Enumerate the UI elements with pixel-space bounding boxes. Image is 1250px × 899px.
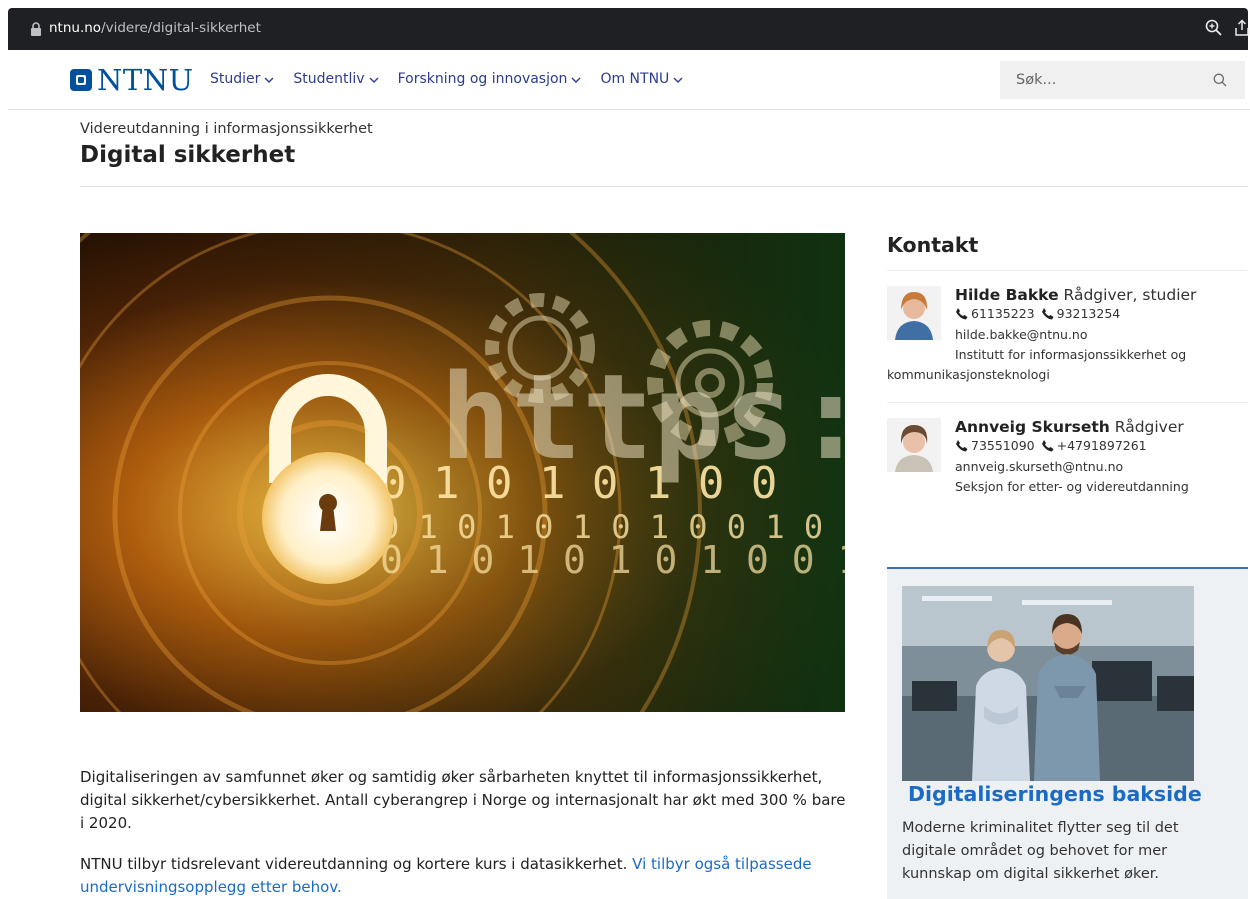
nav-item-label: Studentliv (293, 71, 365, 87)
browser-address-bar: ntnu.no/videre/digital-sikkerhet (0, 0, 1250, 50)
chevron-down-icon (673, 77, 683, 83)
phone-icon (1041, 440, 1054, 452)
contact-email[interactable]: annveig.skurseth@ntnu.no (955, 459, 1123, 474)
url-text[interactable]: ntnu.no/videre/digital-sikkerhet (49, 20, 261, 36)
zoom-icon[interactable] (1204, 18, 1224, 38)
avatar (887, 286, 941, 340)
kontakt-divider (887, 270, 1247, 271)
share-icon[interactable] (1234, 19, 1250, 37)
binary-row: 0 1 0 1 0 1 0 0 (380, 458, 777, 509)
nav-item-label: Studier (210, 71, 261, 87)
search-icon[interactable] (1213, 73, 1227, 87)
contact-department: Seksjon for etter- og videreutdanning (955, 479, 1189, 494)
contact-phones: 61135223 93213254 (955, 306, 1126, 321)
contact-department: kommunikasjonsteknologi (887, 367, 1050, 382)
nav-item-studier[interactable]: Studier (210, 71, 274, 87)
header-divider (80, 186, 1248, 187)
nav-item-label: Forskning og innovasjon (397, 71, 568, 87)
promo-image (902, 586, 1194, 781)
hero-image: https:// 0 1 0 1 0 1 0 0 0 1 0 1 0 1 0 1… (80, 233, 845, 712)
ntnu-logo[interactable]: NTNU (70, 65, 194, 95)
contact-name-line: Annveig Skurseth Rådgiver (955, 418, 1184, 436)
hero-illustration: https:// 0 1 0 1 0 1 0 0 0 1 0 1 0 1 0 1… (80, 233, 845, 712)
contact-card: Hilde Bakke Rådgiver, studier 61135223 9… (887, 286, 1247, 396)
site-header: NTNU Studier Studentliv Forskning og inn… (0, 50, 1250, 110)
contact-role: Rådgiver, studier (1063, 286, 1197, 304)
contact-card: Annveig Skurseth Rådgiver 73551090 +4791… (887, 418, 1247, 508)
contact-divider (887, 402, 1247, 403)
search-box (1000, 61, 1245, 99)
promo-title[interactable]: Digitaliseringens bakside (908, 782, 1202, 806)
contact-name[interactable]: Hilde Bakke (955, 286, 1059, 304)
nav-item-om-ntnu[interactable]: Om NTNU (600, 71, 683, 87)
contact-email[interactable]: hilde.bakke@ntnu.no (955, 327, 1088, 342)
nav-item-studentliv[interactable]: Studentliv (293, 71, 379, 87)
chevron-down-icon (369, 77, 379, 83)
page-kicker: Videreutdanning i informasjonssikkerhet (80, 121, 373, 137)
phone-number[interactable]: 73551090 (971, 438, 1035, 453)
contact-name-line: Hilde Bakke Rådgiver, studier (955, 286, 1196, 304)
binary-row: 0 1 0 1 0 1 0 1 0 0 1 0 (380, 538, 845, 582)
contact-role: Rådgiver (1114, 418, 1184, 436)
contact-department: Institutt for informasjonssikkerhet og (955, 347, 1187, 362)
page-title: Digital sikkerhet (80, 142, 296, 168)
promo-card[interactable]: Digitaliseringens bakside Moderne krimin… (887, 567, 1248, 899)
offer-paragraph: NTNU tilbyr tidsrelevant videreutdanning… (80, 853, 850, 899)
phone-icon (1041, 308, 1054, 320)
intro-paragraph: Digitaliseringen av samfunnet øker og sa… (80, 768, 846, 832)
main-nav: Studier Studentliv Forskning og innovasj… (210, 71, 683, 87)
phone-icon (956, 440, 968, 452)
chevron-down-icon (571, 77, 581, 83)
phone-number[interactable]: 93213254 (1057, 306, 1121, 321)
phone-icon (956, 308, 968, 320)
search-input[interactable] (1000, 61, 1200, 99)
window-edge (0, 0, 8, 899)
promo-text: Moderne kriminalitet flytter seg til det… (902, 820, 1179, 882)
kontakt-heading: Kontakt (887, 233, 979, 257)
offer-text: NTNU tilbyr tidsrelevant videreutdanning… (80, 855, 628, 873)
phone-number[interactable]: 61135223 (971, 306, 1035, 321)
chevron-down-icon (264, 77, 274, 83)
address-field[interactable]: ntnu.no/videre/digital-sikkerhet (8, 8, 1250, 50)
phone-number[interactable]: +4791897261 (1057, 438, 1147, 453)
avatar (887, 418, 941, 472)
logo-mark-icon (70, 69, 92, 91)
lock-icon (31, 22, 41, 36)
logo-text: NTNU (97, 63, 194, 97)
contact-phones: 73551090 +4791897261 (955, 438, 1153, 453)
nav-item-forskning[interactable]: Forskning og innovasjon (398, 71, 582, 87)
nav-item-label: Om NTNU (600, 71, 670, 87)
contact-name[interactable]: Annveig Skurseth (955, 418, 1110, 436)
